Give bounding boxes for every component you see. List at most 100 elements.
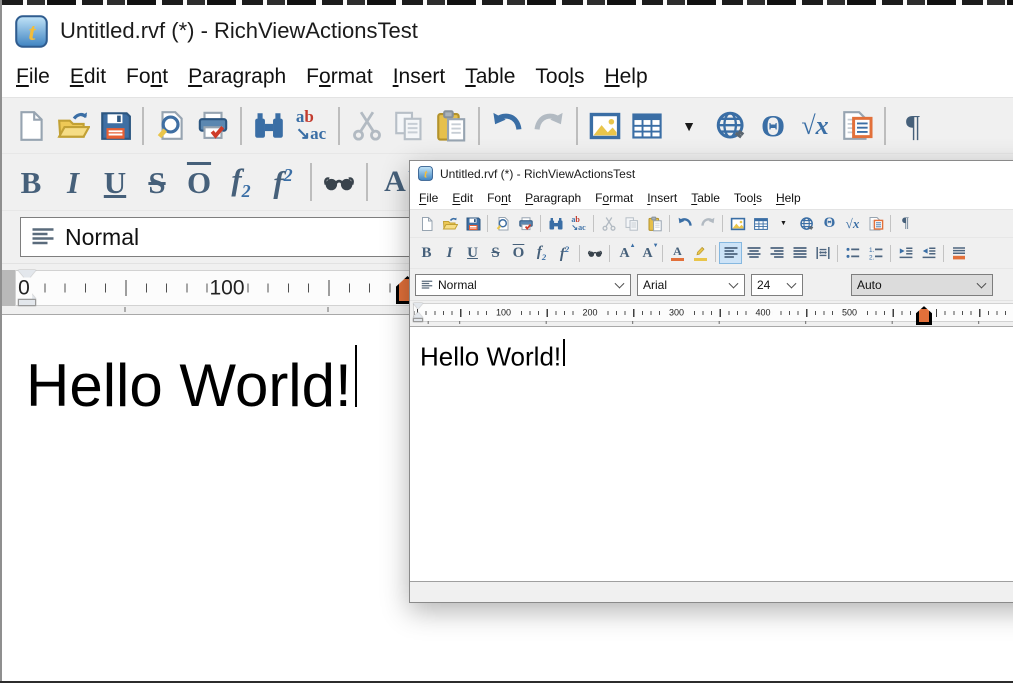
menu-format[interactable]: Format [588,191,640,205]
print-preview-button[interactable] [150,104,192,148]
title-bar[interactable]: t Untitled.rvf (*) - RichViewActionsTest [410,161,1013,187]
menu-file[interactable]: File [412,191,445,205]
new-document-button[interactable] [415,213,438,235]
redo-button[interactable] [528,104,570,148]
menu-paragraph[interactable]: Paragraph [178,65,296,89]
insert-hyperlink-button[interactable] [795,213,818,235]
overline-button[interactable]: O [178,160,220,204]
bullets-button[interactable] [841,242,864,264]
justify-full-button[interactable] [811,242,834,264]
undo-button[interactable] [673,213,696,235]
italic-button[interactable]: I [438,242,461,264]
superscript-button[interactable]: f2 [262,160,304,204]
first-line-indent-marker[interactable] [413,303,423,309]
insert-equation-button[interactable]: √x [841,213,864,235]
insert-equation-button[interactable]: √x [794,104,836,148]
insert-symbol-button[interactable]: Θ [818,213,841,235]
menu-paragraph[interactable]: Paragraph [518,191,588,205]
indent-button[interactable] [917,242,940,264]
insert-table-button[interactable] [749,213,772,235]
bold-button[interactable]: B [10,160,52,204]
overline-button[interactable]: O [507,242,530,264]
strikethrough-button[interactable]: S [136,160,178,204]
undo-button[interactable] [486,104,528,148]
align-right-button[interactable] [765,242,788,264]
ruler-label: 100 [494,308,513,317]
outdent-button[interactable] [894,242,917,264]
table-menu-arrow-button[interactable]: ▼ [668,104,710,148]
foreground-window[interactable]: t Untitled.rvf (*) - RichViewActionsTest… [409,160,1013,603]
title-bar[interactable]: t Untitled.rvf (*) - RichViewActionsTest [2,5,1013,57]
hidden-text-button[interactable] [318,160,360,204]
menu-edit[interactable]: Edit [445,191,480,205]
auto-combobox[interactable]: Auto [851,274,993,296]
insert-table-button[interactable] [626,104,668,148]
paste-button[interactable] [430,104,472,148]
save-button[interactable] [461,213,484,235]
menu-help[interactable]: Help [769,191,808,205]
paragraph-color-button[interactable] [947,242,970,264]
strikethrough-button[interactable]: S [484,242,507,264]
find-button[interactable] [248,104,290,148]
justify-button[interactable] [788,242,811,264]
menu-table[interactable]: Table [455,65,525,89]
ruler-origin-block [2,270,15,306]
align-left-button[interactable] [719,242,742,264]
show-paragraph-marks-button[interactable]: ¶ [894,213,917,235]
table-menu-arrow-button[interactable]: ▼ [772,213,795,235]
font-size-combobox[interactable]: 24 [751,274,803,296]
menu-help[interactable]: Help [594,65,657,89]
replace-button[interactable]: ab↘ac [290,104,332,148]
style-combobox[interactable]: Normal [415,274,631,296]
paste-button[interactable] [643,213,666,235]
open-button[interactable] [52,104,94,148]
numbering-button[interactable]: 1.2. [864,242,887,264]
subscript-button[interactable]: f2 [530,242,553,264]
underline-button[interactable]: U [94,160,136,204]
print-preview-button[interactable] [491,213,514,235]
copy-button[interactable] [620,213,643,235]
insert-picture-button[interactable] [726,213,749,235]
menu-file[interactable]: File [6,65,60,89]
shrink-font-button[interactable]: A▼ [636,242,659,264]
menu-tools[interactable]: Tools [525,65,594,89]
bold-button[interactable]: B [415,242,438,264]
cut-button[interactable] [597,213,620,235]
superscript-button[interactable]: f2 [553,242,576,264]
highlight-button[interactable] [689,242,712,264]
new-document-button[interactable] [10,104,52,148]
copy-button[interactable] [388,104,430,148]
find-button[interactable] [544,213,567,235]
document-area[interactable]: Hello World! [410,326,1013,581]
italic-button[interactable]: I [52,160,94,204]
open-button[interactable] [438,213,461,235]
menu-table[interactable]: Table [684,191,727,205]
insert-hyperlink-button[interactable] [710,104,752,148]
redo-button[interactable] [696,213,719,235]
menu-tools[interactable]: Tools [727,191,769,205]
menu-edit[interactable]: Edit [60,65,116,89]
subscript-button[interactable]: f2 [220,160,262,204]
print-button[interactable] [514,213,537,235]
underline-button[interactable]: U [461,242,484,264]
print-button[interactable] [192,104,234,148]
insert-picture-button[interactable] [584,104,626,148]
menu-font[interactable]: Font [116,65,178,89]
hidden-text-button[interactable] [583,242,606,264]
grow-font-button[interactable]: A▲ [613,242,636,264]
menu-insert[interactable]: Insert [383,65,456,89]
insert-object-button[interactable] [836,104,878,148]
insert-symbol-button[interactable]: Θ [752,104,794,148]
font-color-button[interactable]: A [666,242,689,264]
menu-format[interactable]: Format [296,65,383,89]
left-indent-handle[interactable] [18,299,36,306]
insert-object-button[interactable] [864,213,887,235]
cut-button[interactable] [346,104,388,148]
menu-font[interactable]: Font [480,191,518,205]
replace-button[interactable]: ab↘ac [567,213,590,235]
font-name-combobox[interactable]: Arial [637,274,745,296]
show-paragraph-marks-button[interactable]: ¶ [892,104,934,148]
align-center-button[interactable] [742,242,765,264]
save-button[interactable] [94,104,136,148]
menu-insert[interactable]: Insert [640,191,684,205]
